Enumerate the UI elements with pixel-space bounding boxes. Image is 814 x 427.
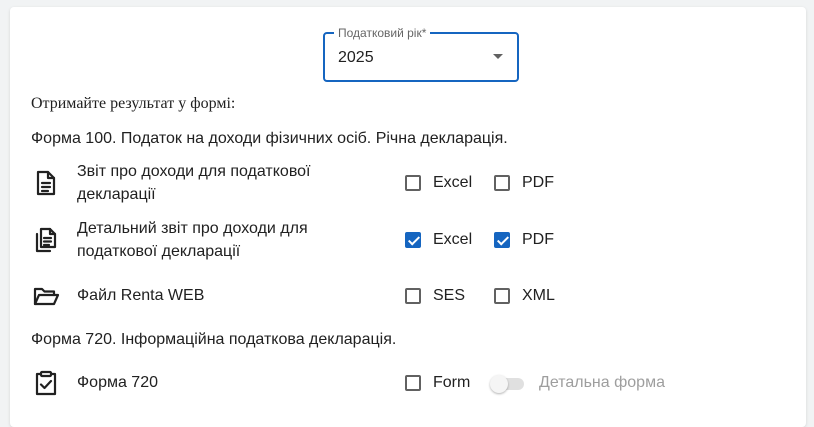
tax-year-value: 2025 [338, 49, 374, 66]
document-icon [32, 169, 60, 197]
tax-year-label: Податковий рік* [334, 25, 431, 41]
form-720-form-checkbox[interactable]: Form [405, 373, 470, 393]
documents-icon [32, 226, 60, 254]
toggle-thumb[interactable] [490, 375, 508, 393]
checkbox-box[interactable] [405, 288, 421, 304]
detailed-form-toggle-label: Детальна форма [539, 374, 665, 391]
income-report-excel-checkbox[interactable]: Excel [405, 173, 472, 193]
dropdown-arrow-icon[interactable] [493, 54, 503, 59]
checkbox-box[interactable] [494, 288, 510, 304]
option-label: Excel [433, 231, 473, 248]
checkbox-box-checked[interactable] [405, 232, 421, 248]
option-label: XML [522, 287, 555, 304]
row-form-720-label: Форма 720 [77, 374, 158, 391]
detailed-report-pdf-checkbox[interactable]: PDF [494, 230, 554, 250]
option-label: PDF [522, 174, 554, 191]
row-income-report-label: Звіт про доходи для податкової деклараці… [77, 163, 311, 203]
folder-open-icon [32, 282, 60, 310]
clipboard-check-icon [32, 369, 60, 397]
option-label: Excel [433, 174, 473, 191]
detailed-form-toggle[interactable] [490, 375, 526, 393]
renta-web-ses-checkbox[interactable]: SES [405, 286, 465, 306]
income-report-pdf-checkbox[interactable]: PDF [494, 173, 554, 193]
checkbox-box[interactable] [494, 175, 510, 191]
checkbox-box-checked[interactable] [494, 232, 510, 248]
output-format-hint: Отримайте результат у формі: [31, 95, 236, 112]
form-100-title: Форма 100. Податок на доходи фізичних ос… [31, 130, 508, 147]
option-label: SES [433, 287, 466, 304]
detailed-report-excel-checkbox[interactable]: Excel [405, 230, 472, 250]
row-renta-web-label: Файл Renta WEB [77, 287, 205, 304]
checkbox-box[interactable] [405, 375, 421, 391]
checkbox-box[interactable] [405, 175, 421, 191]
row-detailed-income-report-label: Детальний звіт про доходи для податкової… [77, 220, 308, 260]
declaration-card: Податковий рік* 2025 Отримайте результат… [10, 7, 806, 427]
option-label: Form [433, 374, 471, 391]
renta-web-xml-checkbox[interactable]: XML [494, 286, 555, 306]
tax-year-select[interactable]: Податковий рік* 2025 [323, 25, 519, 82]
form-720-title: Форма 720. Інформаційна податкова деклар… [31, 331, 397, 348]
option-label: PDF [522, 231, 554, 248]
